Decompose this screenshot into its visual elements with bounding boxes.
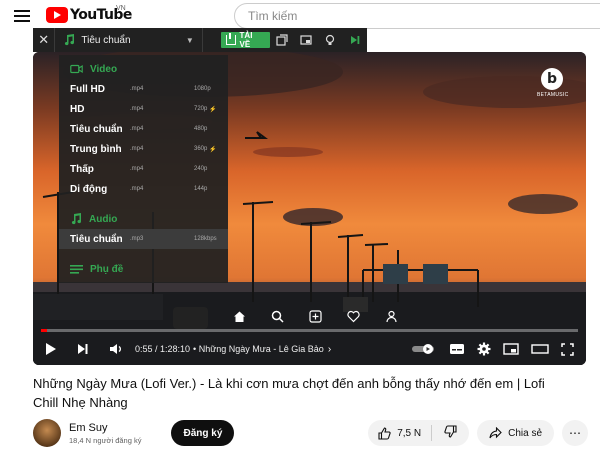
option-full-hd[interactable]: Full HD .mp4 1080p [59, 79, 228, 99]
downloader-toolbar: ✕ Tiêu chuẩn ▼ TẢI VỀ [33, 28, 367, 52]
menu-icon[interactable] [14, 10, 30, 22]
option-hd[interactable]: HD .mp4 720p ⚡ [59, 99, 228, 119]
like-button[interactable]: 7,5 N [368, 426, 431, 440]
light-toggle-button[interactable] [318, 28, 342, 52]
thumbs-down-icon [444, 425, 457, 438]
volume-icon [110, 344, 121, 354]
fast-icon: ⚡ [209, 146, 217, 153]
progress-bar[interactable] [41, 329, 578, 332]
top-bar: YouTube VN Tìm kiếm [0, 0, 600, 30]
like-dislike-group: 7,5 N [368, 420, 470, 446]
option-standard[interactable]: Tiêu chuẩn .mp4 480p [59, 119, 228, 139]
close-button[interactable]: ✕ [33, 32, 54, 48]
screenshot-icon [276, 34, 288, 46]
channel-avatar[interactable] [33, 419, 61, 447]
betamusic-watermark: b BETAMUSIC [537, 68, 569, 98]
skip-next-icon [350, 36, 360, 44]
time-display: 0:55 / 1:28:10 [135, 344, 191, 354]
miniplayer-button[interactable] [294, 28, 318, 52]
region-label: VN [116, 5, 126, 12]
settings-button[interactable] [477, 338, 491, 360]
overlay-icons [228, 305, 402, 327]
fast-icon: ⚡ [209, 106, 217, 113]
quality-dropdown: Video Full HD .mp4 1080p HD .mp4 720p ⚡ … [59, 55, 228, 283]
download-label: TẢI VỀ [239, 31, 253, 49]
gear-icon [477, 342, 491, 356]
search-input[interactable]: Tìm kiếm [234, 3, 600, 29]
section-label: Phụ đề [90, 263, 124, 275]
watermark-text: BETAMUSIC [537, 92, 569, 98]
miniplayer-button[interactable] [503, 338, 519, 360]
channel-row: Em Suy 18,4 N người đăng ký Đăng ký 7,5 … [33, 418, 588, 448]
play-button[interactable] [45, 338, 57, 360]
music-note-icon [71, 213, 82, 225]
video-title: Những Ngày Mưa (Lofi Ver.) - Là khi cơn … [33, 376, 545, 410]
quality-select[interactable]: Tiêu chuẩn ▼ [55, 28, 201, 52]
next-button[interactable] [77, 338, 89, 360]
caret-down-icon: ▼ [185, 35, 194, 45]
option-mobile[interactable]: Di động .mp4 144p [59, 179, 228, 199]
share-label: Chia sẻ [508, 427, 542, 439]
option-audio-standard[interactable]: Tiêu chuẩn .mp3 128kbps [59, 229, 228, 249]
chevron-right-icon[interactable]: › [328, 338, 331, 360]
dislike-button[interactable] [432, 425, 469, 441]
theater-mode-button[interactable] [531, 338, 549, 360]
right-controls [411, 338, 574, 360]
autoplay-toggle[interactable] [411, 338, 437, 360]
autoplay-next-button[interactable] [343, 28, 367, 52]
subscribe-button[interactable]: Đăng ký [171, 420, 235, 446]
download-button[interactable]: TẢI VỀ [220, 31, 270, 49]
miniplayer-icon [503, 343, 519, 355]
miniplayer-icon [300, 35, 312, 45]
play-icon [46, 343, 56, 355]
search-icon[interactable] [266, 305, 288, 327]
skip-next-icon [78, 344, 88, 354]
user-icon[interactable] [380, 305, 402, 327]
section-video: Video [59, 59, 228, 79]
section-subtitles: Phụ đề [59, 259, 228, 279]
music-note-icon [65, 34, 75, 46]
fullscreen-icon [561, 342, 574, 356]
section-label: Audio [89, 213, 118, 225]
betamusic-logo-icon: b [541, 68, 563, 90]
action-buttons: 7,5 N Chia sẻ ⋯ [368, 420, 588, 446]
thumbs-up-icon [378, 426, 391, 440]
channel-info: Em Suy 18,4 N người đăng ký [69, 422, 141, 445]
like-count: 7,5 N [397, 427, 422, 439]
more-actions-button[interactable]: ⋯ [562, 420, 588, 446]
heart-icon[interactable] [342, 305, 364, 327]
quality-label: Tiêu chuẩn [81, 34, 131, 46]
video-camera-icon [70, 64, 83, 74]
theater-icon [531, 344, 549, 354]
subtitles-icon [450, 344, 464, 354]
home-icon[interactable] [228, 305, 250, 327]
autoplay-toggle-icon [412, 344, 434, 354]
option-low[interactable]: Thấp .mp4 240p [59, 159, 228, 179]
subtitles-lines-icon [70, 265, 83, 274]
section-audio: Audio [59, 209, 228, 229]
lightbulb-icon [326, 34, 335, 45]
youtube-play-icon [46, 7, 68, 23]
download-icon [225, 33, 236, 45]
subscriber-count: 18,4 N người đăng ký [69, 435, 142, 445]
fullscreen-button[interactable] [561, 338, 574, 360]
volume-button[interactable] [109, 338, 123, 360]
option-medium[interactable]: Trung bình .mp4 360p ⚡ [59, 139, 228, 159]
screenshot-button[interactable] [270, 28, 294, 52]
progress-fill [41, 329, 47, 332]
chapter-title[interactable]: • Những Ngày Mưa - Lê Gia Bảo [193, 344, 324, 354]
share-button[interactable]: Chia sẻ [477, 420, 554, 446]
section-label: Video [90, 63, 118, 75]
player-controls: 0:55 / 1:28:10 • Những Ngày Mưa - Lê Gia… [33, 336, 586, 362]
subtitles-button[interactable] [449, 338, 465, 360]
add-icon[interactable] [304, 305, 326, 327]
share-icon [489, 427, 502, 439]
channel-name[interactable]: Em Suy [69, 422, 141, 434]
